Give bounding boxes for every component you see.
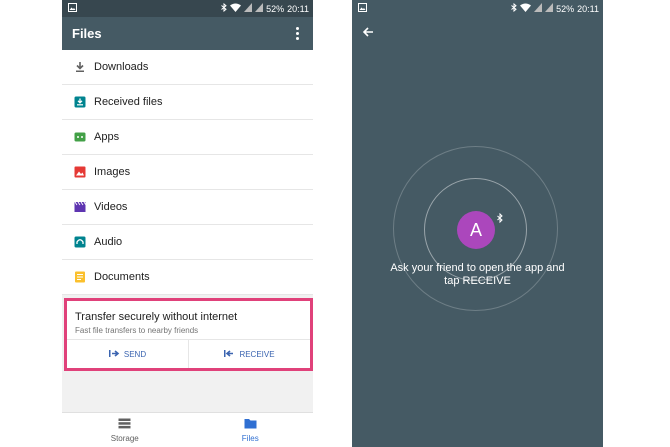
bluetooth-icon [511, 2, 517, 14]
wifi-icon [520, 3, 532, 14]
documents-icon [73, 271, 86, 284]
app-bar: Files [62, 17, 313, 50]
instruction-line-1: Ask your friend to open the app and [390, 262, 565, 274]
status-bar: 52% 20:11 [352, 0, 603, 17]
signal-icon [534, 3, 543, 14]
receive-instructions: Ask your friend to open the app and tap … [352, 262, 603, 288]
receive-screen: 52% 20:11 A Ask your friend to open the … [352, 0, 603, 447]
transfer-card: Transfer securely without internet Fast … [64, 298, 313, 371]
signal-icon [244, 3, 253, 14]
receive-button[interactable]: RECEIVE [188, 340, 310, 368]
signal-icon [545, 3, 554, 14]
storage-icon [118, 418, 131, 431]
status-bar: 52% 20:11 [62, 0, 313, 17]
list-item-label: Apps [94, 131, 120, 143]
category-list: Downloads Received files Apps Images Vid… [62, 50, 313, 295]
status-time: 20:11 [577, 3, 599, 14]
more-options-icon[interactable] [291, 27, 303, 40]
back-arrow-icon[interactable] [362, 25, 374, 43]
list-item-audio[interactable]: Audio [62, 225, 313, 260]
page-title: Files [72, 26, 102, 41]
instruction-line-2: tap RECEIVE [444, 275, 511, 287]
nav-label: Storage [110, 433, 139, 443]
list-item-label: Videos [94, 201, 128, 213]
send-label: SEND [123, 349, 147, 359]
list-item-label: Downloads [94, 61, 149, 73]
bottom-navigation: Storage Files [62, 412, 313, 447]
avatar: A [457, 211, 495, 249]
list-item-label: Documents [94, 271, 150, 283]
received-files-icon [73, 96, 86, 109]
send-icon [108, 349, 120, 360]
image-notification-icon [358, 3, 367, 14]
nav-files[interactable]: Files [188, 413, 314, 447]
list-item-downloads[interactable]: Downloads [62, 50, 313, 85]
receive-label: RECEIVE [239, 349, 275, 359]
nav-storage[interactable]: Storage [62, 413, 188, 447]
bluetooth-icon [221, 2, 227, 14]
list-item-label: Audio [94, 236, 123, 248]
apps-icon [73, 131, 86, 144]
list-item-apps[interactable]: Apps [62, 120, 313, 155]
list-item-label: Images [94, 166, 131, 178]
transfer-card-subtitle: Fast file transfers to nearby friends [75, 326, 199, 335]
videos-icon [73, 201, 86, 214]
list-item-label: Received files [94, 96, 163, 108]
download-icon [73, 61, 86, 74]
receive-icon [224, 349, 235, 360]
battery-level: 52% [556, 3, 575, 14]
transfer-card-title: Transfer securely without internet [75, 311, 238, 323]
images-icon [73, 166, 86, 179]
signal-icon [255, 3, 264, 14]
send-button[interactable]: SEND [67, 340, 188, 368]
status-time: 20:11 [287, 3, 309, 14]
image-notification-icon [68, 3, 77, 14]
list-item-documents[interactable]: Documents [62, 260, 313, 295]
list-item-videos[interactable]: Videos [62, 190, 313, 225]
audio-icon [73, 236, 86, 249]
list-item-received-files[interactable]: Received files [62, 85, 313, 120]
folder-icon [244, 418, 257, 431]
list-item-images[interactable]: Images [62, 155, 313, 190]
wifi-icon [230, 3, 242, 14]
nav-label: Files [241, 433, 259, 443]
files-screen: 52% 20:11 Files Downloads Received files… [62, 0, 313, 447]
battery-level: 52% [266, 3, 285, 14]
bluetooth-icon [497, 210, 503, 228]
